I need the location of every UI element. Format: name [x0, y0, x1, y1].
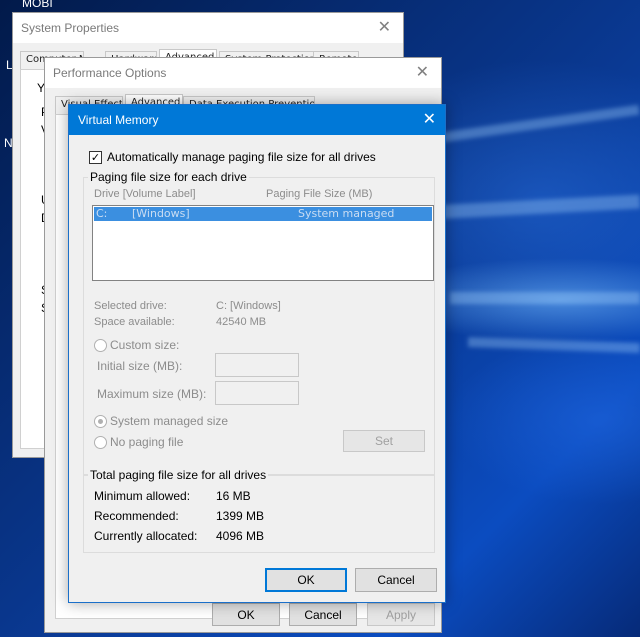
light-beam	[467, 337, 640, 353]
recommended-value: 1399 MB	[216, 509, 265, 523]
group-title: Total paging file size for all drives	[88, 468, 269, 482]
currently-allocated-label: Currently allocated:	[94, 529, 198, 543]
space-available-label: Space available:	[94, 316, 175, 328]
window-title: System Properties	[21, 21, 120, 35]
auto-manage-label[interactable]: Automatically manage paging file size fo…	[107, 150, 376, 164]
initial-size-input[interactable]	[215, 353, 299, 377]
selected-drive-label: Selected drive:	[94, 300, 167, 312]
close-icon[interactable]: ✕	[416, 58, 429, 88]
cancel-button[interactable]: Cancel	[355, 568, 437, 592]
selected-drive-value: C: [Windows]	[216, 300, 281, 312]
initial-size-label: Initial size (MB):	[97, 359, 183, 373]
custom-size-radio[interactable]	[94, 339, 107, 352]
auto-manage-checkbox[interactable]: ✓	[89, 151, 102, 164]
minimum-allowed-value: 16 MB	[216, 489, 251, 503]
maximum-size-label: Maximum size (MB):	[97, 387, 207, 401]
cancel-button[interactable]: Cancel	[289, 603, 357, 626]
virtual-memory-titlebar[interactable]: Virtual Memory ✕	[69, 105, 445, 135]
currently-allocated-value: 4096 MB	[216, 529, 265, 543]
drive-label: [Windows]	[132, 207, 190, 220]
space-available-value: 42540 MB	[216, 316, 267, 328]
light-beam	[420, 104, 640, 146]
virtual-memory-dialog: Virtual Memory ✕ ✓ Automatically manage …	[68, 104, 446, 603]
drive-column-header: Drive [Volume Label]	[94, 188, 196, 200]
maximum-size-input[interactable]	[215, 381, 299, 405]
desktop-icon-label[interactable]: MOBI	[22, 0, 53, 10]
system-managed-radio[interactable]	[94, 415, 107, 428]
drive-list[interactable]: C: [Windows] System managed	[92, 205, 434, 281]
set-button[interactable]: Set	[343, 430, 425, 452]
system-managed-label[interactable]: System managed size	[110, 414, 228, 428]
minimum-allowed-label: Minimum allowed:	[94, 489, 191, 503]
drive-size: System managed	[298, 207, 395, 220]
light-beam	[450, 292, 640, 304]
ok-button[interactable]: OK	[265, 568, 347, 592]
recommended-label: Recommended:	[94, 509, 179, 523]
drive-letter: C:	[96, 207, 108, 220]
apply-button[interactable]: Apply	[367, 603, 435, 626]
dialog-title: Virtual Memory	[78, 113, 159, 127]
group-title: Paging file size for each drive	[88, 170, 249, 184]
no-paging-radio[interactable]	[94, 436, 107, 449]
ok-button[interactable]: OK	[212, 603, 280, 626]
close-icon[interactable]: ✕	[423, 105, 436, 135]
drive-row[interactable]: C: [Windows] System managed	[94, 207, 432, 221]
custom-size-label[interactable]: Custom size:	[110, 338, 179, 352]
close-icon[interactable]: ✕	[378, 13, 391, 43]
window-title: Performance Options	[53, 66, 167, 80]
light-beam	[429, 194, 640, 220]
system-properties-titlebar[interactable]: System Properties ✕	[13, 13, 403, 43]
no-paging-label[interactable]: No paging file	[110, 435, 183, 449]
size-column-header: Paging File Size (MB)	[266, 188, 373, 200]
performance-options-titlebar[interactable]: Performance Options ✕	[45, 58, 441, 88]
